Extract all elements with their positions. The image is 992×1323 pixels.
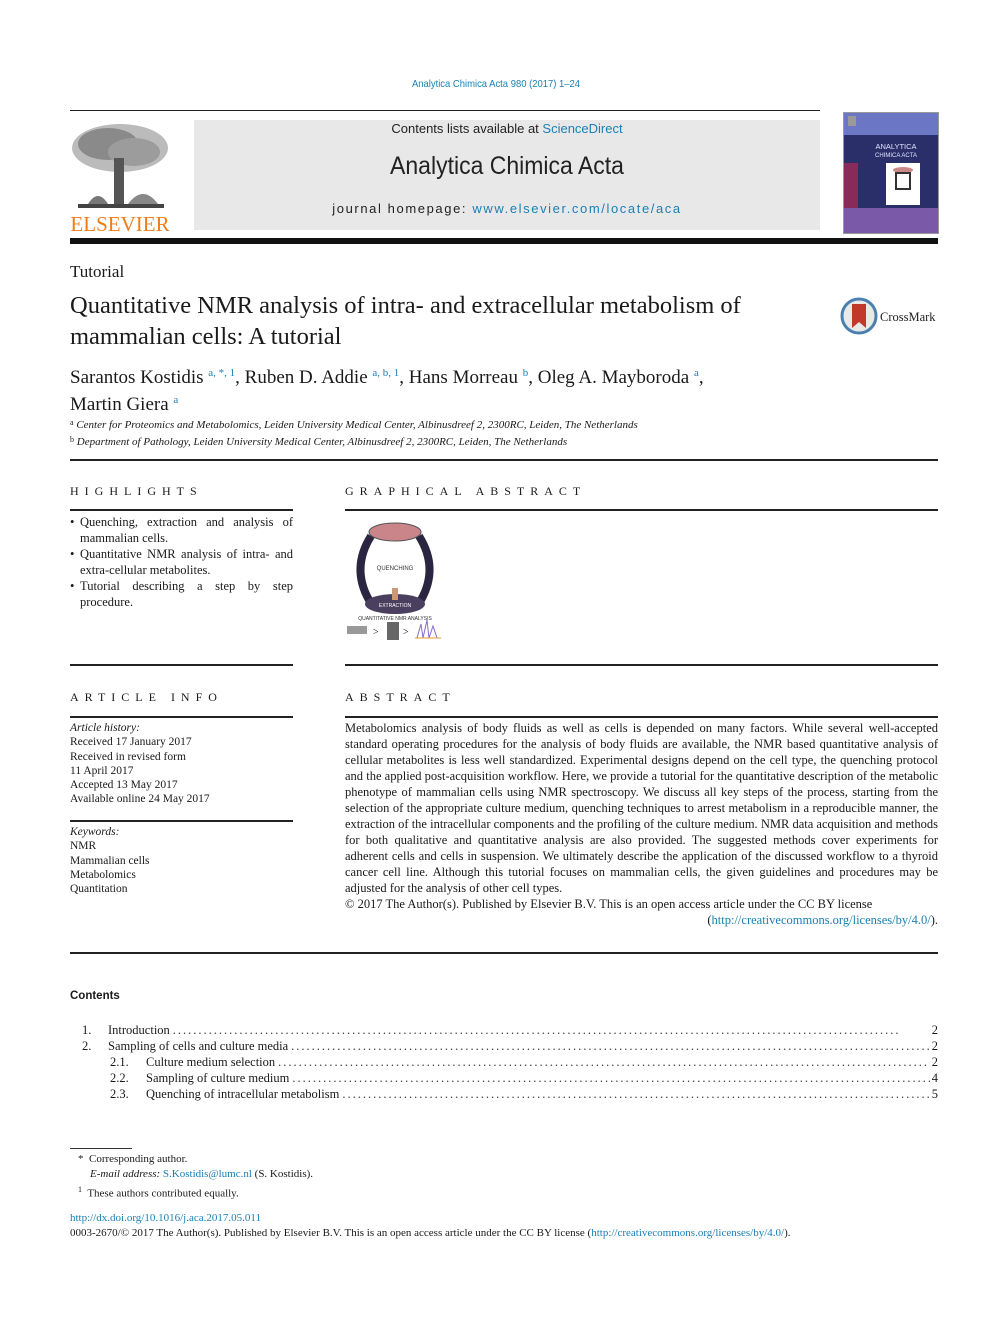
equal-contribution-note: 1 These authors contributed equally. xyxy=(78,1185,239,1200)
elsevier-logo[interactable]: ELSEVIER xyxy=(68,118,172,236)
graphical-abstract-image[interactable]: QUENCHING EXTRACTION QUANTITATIVE NMR AN… xyxy=(345,518,450,643)
divider xyxy=(70,716,293,718)
contents-prefix: Contents lists available at xyxy=(391,121,543,136)
highlight-item: Quenching, extraction and analysis of ma… xyxy=(70,514,293,546)
graphical-abstract-heading: GRAPHICAL ABSTRACT xyxy=(345,484,587,498)
abstract-license: © 2017 The Author(s). Published by Elsev… xyxy=(345,897,873,911)
toc-entry[interactable]: 2.3. Quenching of intracellular metaboli… xyxy=(70,1086,938,1102)
history-entry: Available online 24 May 2017 xyxy=(70,793,210,806)
divider xyxy=(70,820,293,822)
issn-license-line: 0003-2670/© 2017 The Author(s). Publishe… xyxy=(70,1227,791,1239)
divider xyxy=(345,664,938,666)
masthead-rule xyxy=(70,238,938,244)
corresponding-author-note: * Corresponding author. xyxy=(78,1153,188,1165)
email-link[interactable]: S.Kostidis@lumc.nl xyxy=(163,1168,252,1180)
toc-leader: ........................................… xyxy=(278,1055,930,1069)
divider xyxy=(70,664,293,666)
license-link[interactable]: http://creativecommons.org/licenses/by/4… xyxy=(712,913,931,927)
article-type: Tutorial xyxy=(70,262,125,281)
author-affiliation-mark[interactable]: a, b, 1 xyxy=(372,367,399,379)
homepage-link[interactable]: www.elsevier.com/locate/aca xyxy=(472,201,681,216)
abstract-heading: ABSTRACT xyxy=(345,690,456,704)
crossmark-badge[interactable]: CrossMark xyxy=(840,296,940,336)
keyword: Quantitation xyxy=(70,883,128,896)
keyword: Metabolomics xyxy=(70,868,136,881)
cover-image: ANALYTICA CHIMICA ACTA xyxy=(844,113,938,233)
toc-leader: ........................................… xyxy=(172,1023,901,1037)
highlights-list: Quenching, extraction and analysis of ma… xyxy=(70,514,293,610)
svg-text:EXTRACTION: EXTRACTION xyxy=(379,603,412,609)
highlight-item: Tutorial describing a step by step proce… xyxy=(70,578,293,610)
journal-name: Analytica Chimica Acta xyxy=(390,152,624,180)
author[interactable]: Martin Giera a xyxy=(70,394,178,415)
history-entry: Accepted 13 May 2017 xyxy=(70,779,178,792)
svg-text:QUANTITATIVE NMR ANALYSIS: QUANTITATIVE NMR ANALYSIS xyxy=(358,616,432,622)
homepage-prefix: journal homepage: xyxy=(332,201,473,216)
journal-cover-thumbnail[interactable]: ANALYTICA CHIMICA ACTA xyxy=(843,112,939,234)
svg-text:CrossMark: CrossMark xyxy=(880,310,936,324)
affiliation: a Center for Proteomics and Metabolomics… xyxy=(70,418,638,431)
affiliations: a Center for Proteomics and Metabolomics… xyxy=(70,416,638,449)
toc-entry[interactable]: 2.2. Sampling of culture medium ........… xyxy=(70,1070,938,1086)
toc-leader: ........................................… xyxy=(291,1039,930,1053)
sciencedirect-link[interactable]: ScienceDirect xyxy=(542,121,622,136)
journal-banner: Contents lists available at ScienceDirec… xyxy=(194,120,820,230)
crossmark-icon: CrossMark xyxy=(840,297,936,335)
svg-text:>: > xyxy=(373,627,379,638)
footnotes: * Corresponding author. E-mail address: … xyxy=(78,1152,313,1202)
footer-license-link[interactable]: http://creativecommons.org/licenses/by/4… xyxy=(591,1227,784,1239)
divider xyxy=(70,952,938,954)
author-list: Sarantos Kostidis a, *, 1, Ruben D. Addi… xyxy=(70,367,704,415)
running-head[interactable]: Analytica Chimica Acta 980 (2017) 1–24 xyxy=(50,78,943,90)
highlights-heading: HIGHLIGHTS xyxy=(70,484,203,498)
abstract-body: Metabolomics analysis of body fluids as … xyxy=(345,720,938,928)
history-entry: Received 17 January 2017 xyxy=(70,736,192,749)
toc-entry[interactable]: 2. Sampling of cells and culture media .… xyxy=(70,1038,938,1054)
footnote-rule xyxy=(70,1148,132,1149)
article-info-heading: ARTICLE INFO xyxy=(70,690,223,704)
author[interactable]: Sarantos Kostidis a, *, 1 xyxy=(70,367,235,388)
divider xyxy=(70,509,293,511)
toc-leader: ........................................… xyxy=(292,1071,929,1085)
header-rule xyxy=(70,110,820,111)
author[interactable]: Ruben D. Addie a, b, 1 xyxy=(245,367,400,388)
author[interactable]: Oleg A. Mayboroda a xyxy=(538,367,699,388)
author[interactable]: Hans Morreau b xyxy=(409,367,528,388)
svg-text:ANALYTICA: ANALYTICA xyxy=(875,142,916,151)
email-note: E-mail address: S.Kostidis@lumc.nl (S. K… xyxy=(90,1168,314,1180)
history-entry: Received in revised form xyxy=(70,750,186,763)
abstract-text: Metabolomics analysis of body fluids as … xyxy=(345,721,938,895)
history-entry: 11 April 2017 xyxy=(70,764,134,777)
elsevier-tree-icon: ELSEVIER xyxy=(70,124,170,236)
contents-availability: Contents lists available at ScienceDirec… xyxy=(194,121,820,136)
divider xyxy=(345,509,938,511)
svg-text:CHIMICA ACTA: CHIMICA ACTA xyxy=(875,153,917,159)
toc-leader: ........................................… xyxy=(342,1087,930,1101)
svg-text:ELSEVIER: ELSEVIER xyxy=(70,212,169,234)
article-title: Quantitative NMR analysis of intra- and … xyxy=(70,292,741,350)
article-history-label: Article history: xyxy=(70,722,140,734)
journal-homepage: journal homepage: www.elsevier.com/locat… xyxy=(194,201,820,216)
divider xyxy=(345,716,938,718)
author-affiliation-mark[interactable]: a xyxy=(173,394,178,406)
toc-entry[interactable]: 2.1. Culture medium selection ..........… xyxy=(70,1054,938,1070)
highlight-item: Quantitative NMR analysis of intra- and … xyxy=(70,546,293,578)
table-of-contents: 1. Introduction ........................… xyxy=(70,1022,938,1102)
toc-entry[interactable]: 1. Introduction ........................… xyxy=(70,1022,938,1038)
doi-link[interactable]: http://dx.doi.org/10.1016/j.aca.2017.05.… xyxy=(70,1212,261,1224)
graphical-abstract-figure: QUENCHING EXTRACTION QUANTITATIVE NMR AN… xyxy=(347,522,441,640)
keyword: NMR xyxy=(70,840,97,853)
author-affiliation-mark[interactable]: a, *, 1 xyxy=(208,367,235,379)
abstract-license-link-line: (http://creativecommons.org/licenses/by/… xyxy=(707,913,938,927)
contents-heading: Contents xyxy=(70,990,120,1002)
keywords-label: Keywords: xyxy=(70,826,120,838)
svg-text:QUENCHING: QUENCHING xyxy=(377,566,414,572)
article-history: Article history: Received 17 January 201… xyxy=(70,721,293,807)
affiliation: b Department of Pathology, Leiden Univer… xyxy=(70,434,568,448)
keyword: Mammalian cells xyxy=(70,854,150,867)
svg-text:>: > xyxy=(403,627,409,638)
keywords: Keywords: NMR Mammalian cells Metabolomi… xyxy=(70,825,293,896)
divider xyxy=(70,459,938,461)
